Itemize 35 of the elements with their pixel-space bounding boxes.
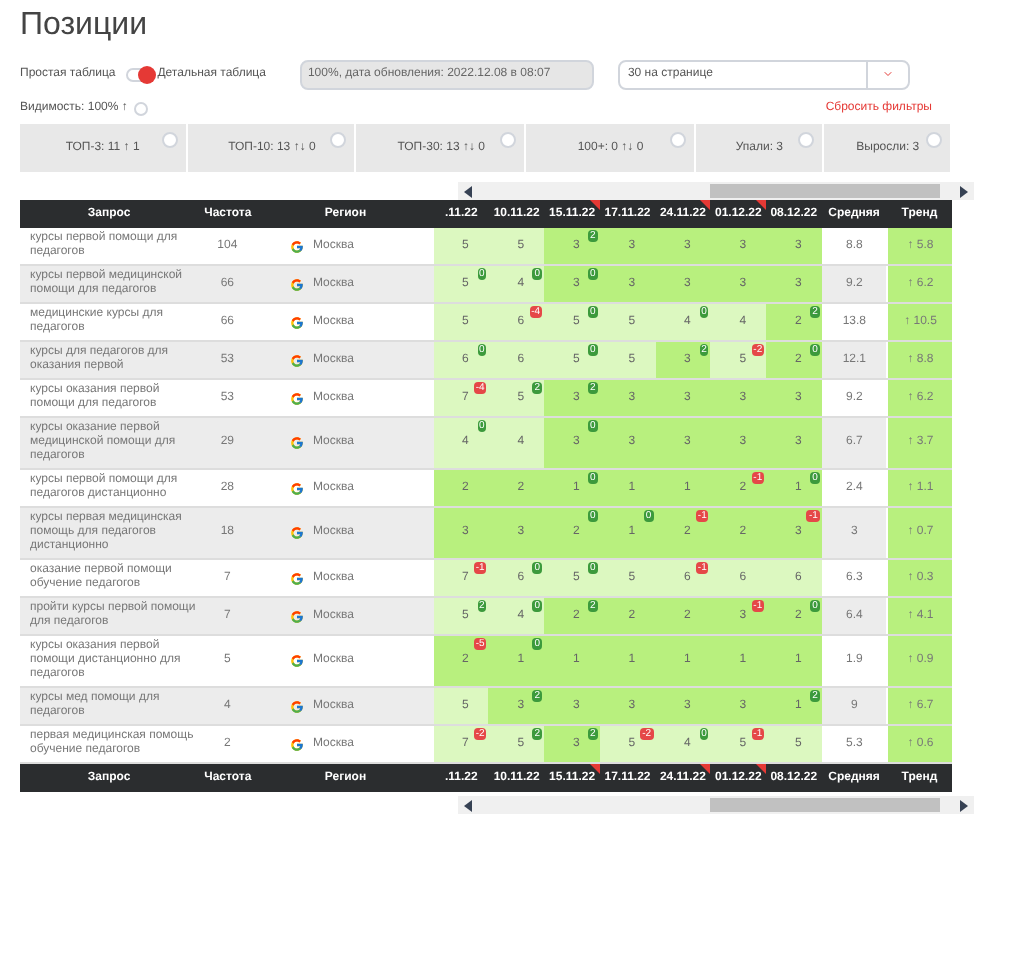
help-icon[interactable] [330, 132, 347, 148]
help-icon[interactable] [499, 132, 516, 148]
google-icon [290, 391, 305, 405]
help-icon[interactable] [133, 101, 148, 115]
google-icon [290, 699, 305, 713]
help-icon[interactable] [797, 132, 814, 148]
help-icon[interactable] [669, 132, 686, 148]
google-icon [290, 526, 305, 540]
flag-marker-icon [700, 764, 711, 774]
flag-marker-icon [756, 764, 767, 774]
google-icon [290, 609, 305, 623]
horizontal-scrollbar[interactable] [458, 796, 974, 814]
google-icon [290, 353, 305, 367]
google-icon [290, 571, 305, 585]
scroll-thumb[interactable] [710, 798, 940, 812]
google-icon [290, 654, 305, 668]
flag-marker-icon [700, 200, 711, 210]
google-icon [290, 436, 305, 450]
horizontal-scrollbar[interactable] [458, 182, 974, 200]
flag-marker-icon [589, 200, 600, 210]
help-icon[interactable] [926, 132, 942, 148]
flag-marker-icon [589, 764, 600, 774]
scroll-right-icon[interactable] [960, 185, 968, 197]
chevron-down-icon [881, 68, 894, 80]
page-title: Позиции [20, 6, 150, 46]
google-icon [290, 315, 305, 329]
google-icon [290, 481, 305, 495]
google-icon [290, 239, 305, 253]
google-icon [290, 277, 305, 291]
scroll-thumb[interactable] [710, 184, 940, 198]
flag-marker-icon [756, 200, 767, 210]
scroll-left-icon[interactable] [464, 799, 472, 811]
google-icon [290, 737, 305, 751]
scroll-right-icon[interactable] [960, 799, 968, 811]
view-toggle[interactable] [125, 67, 154, 81]
